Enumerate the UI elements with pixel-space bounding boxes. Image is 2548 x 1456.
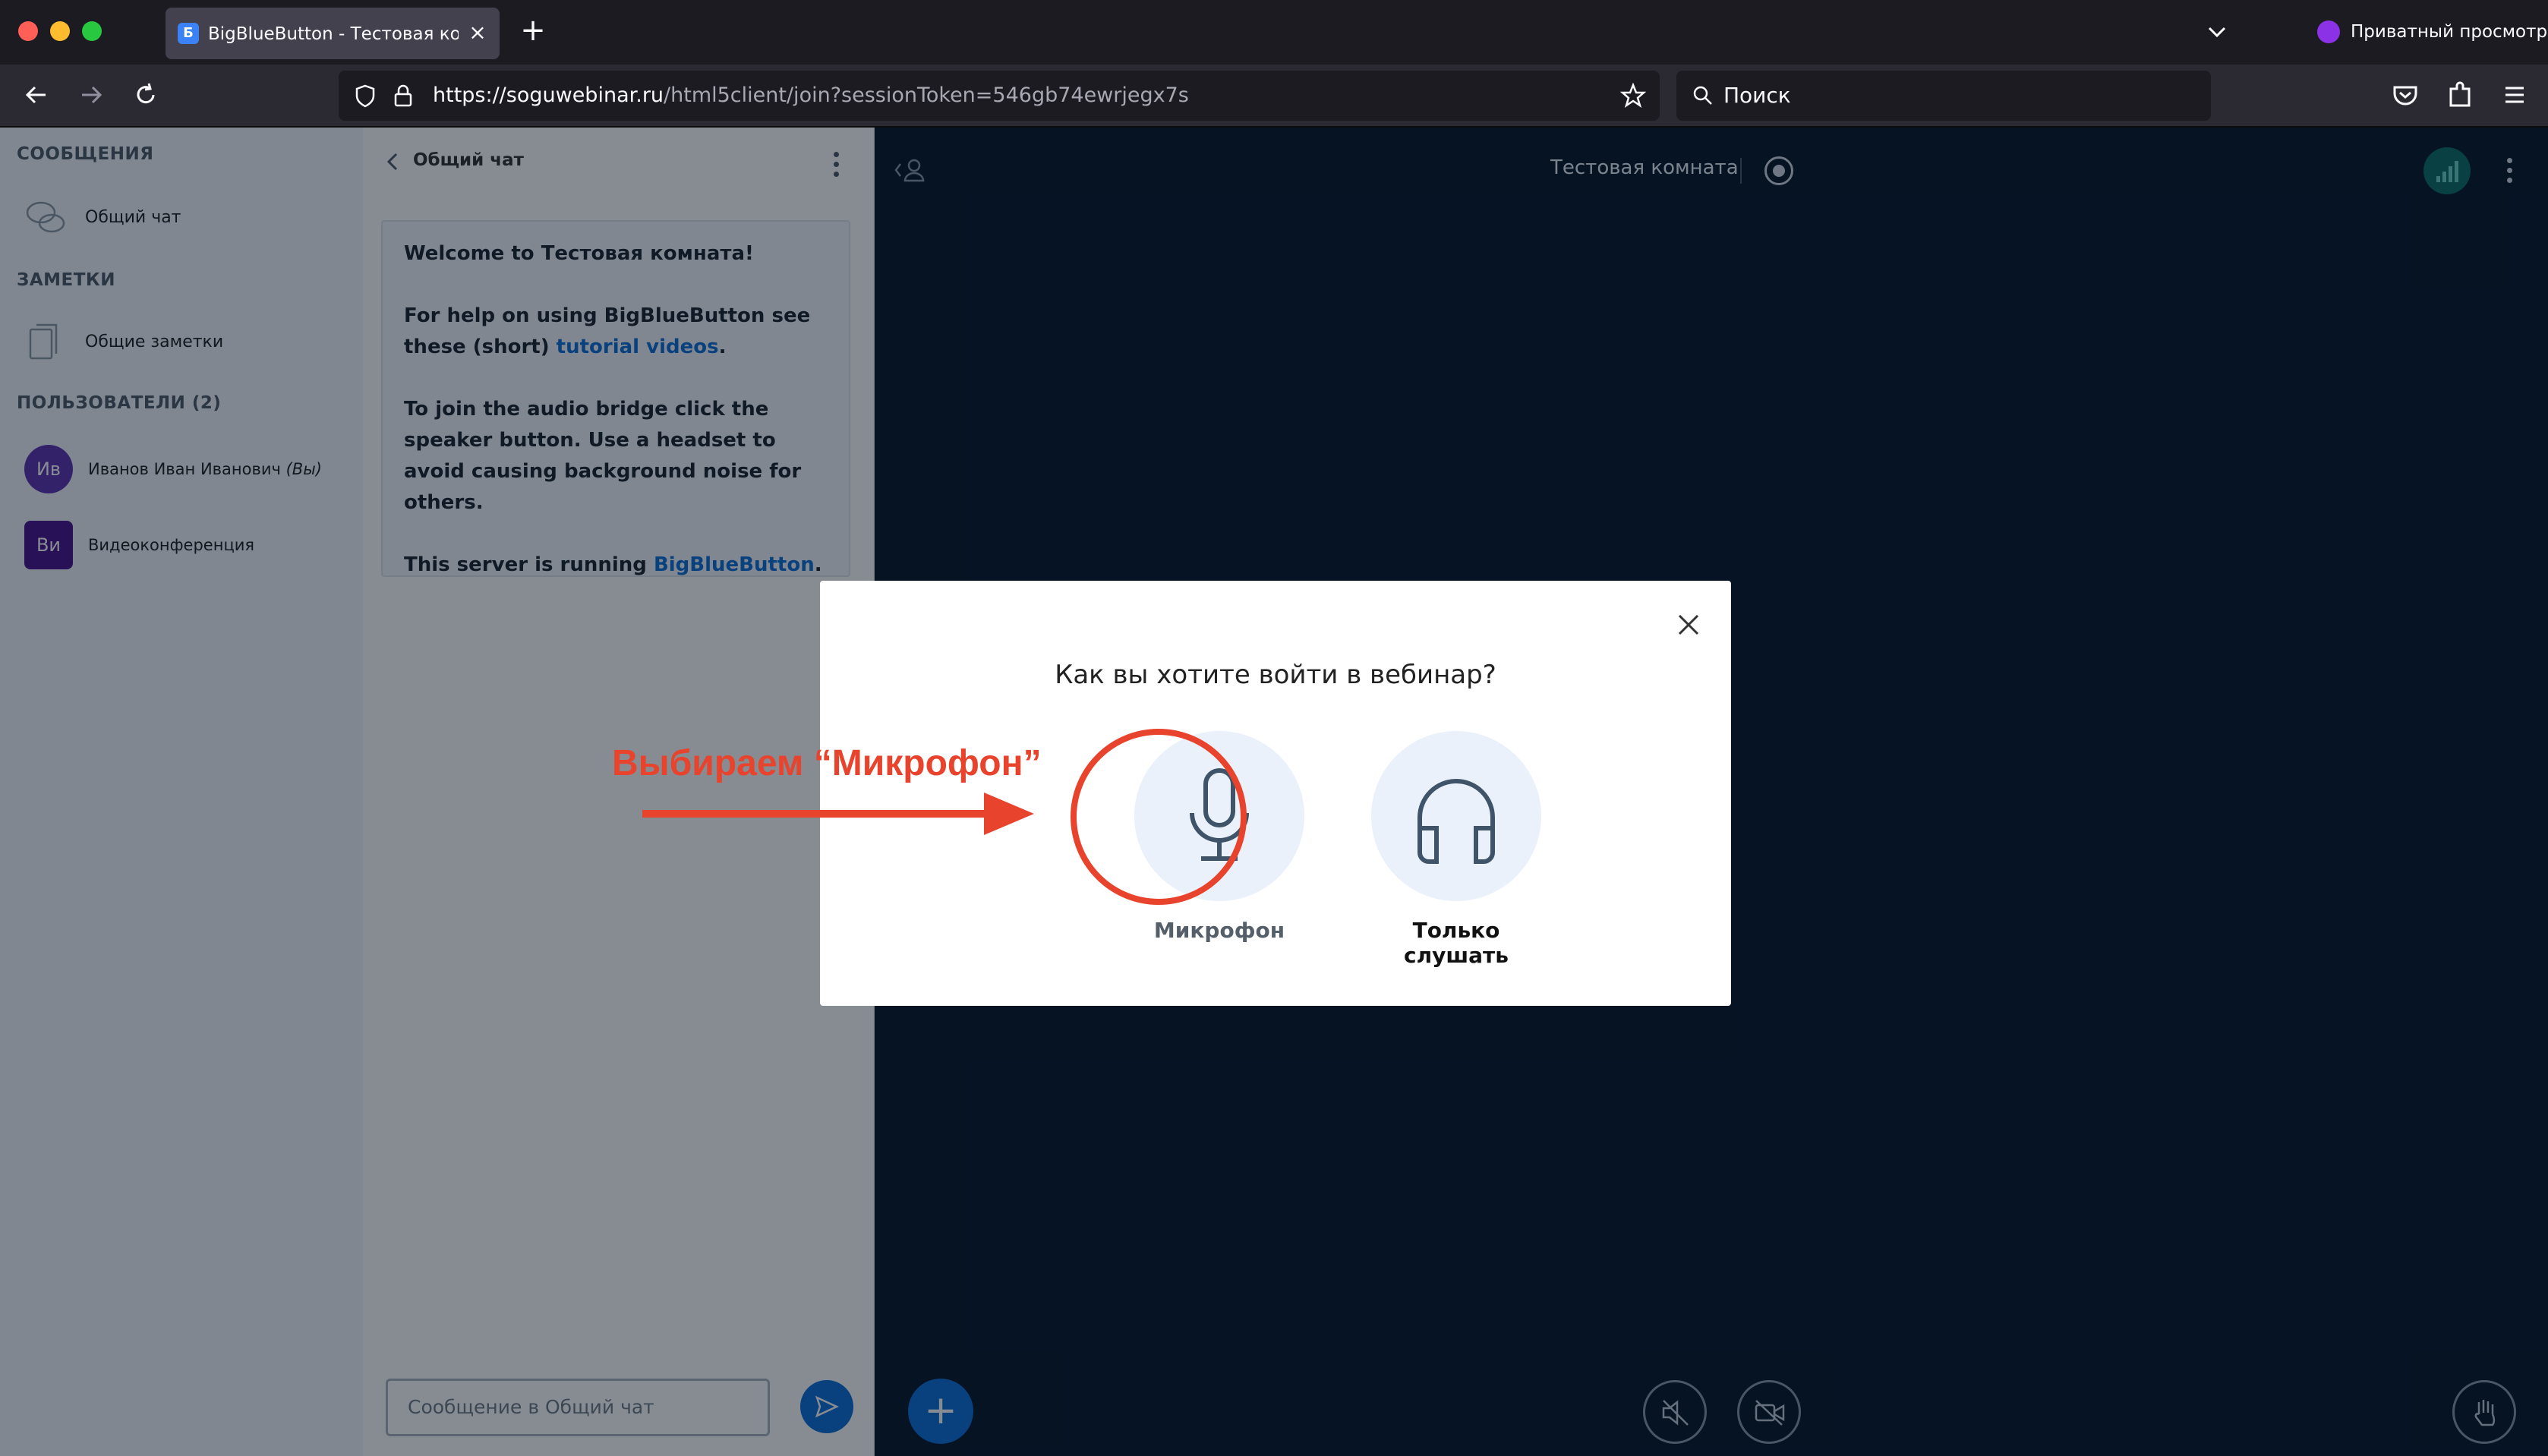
address-bar[interactable]: https://soguwebinar.ru/html5client/join?… <box>339 71 1660 121</box>
headphones-icon <box>1417 779 1495 864</box>
lock-icon[interactable] <box>392 83 415 109</box>
private-label: Приватный просмотр <box>2351 22 2548 42</box>
url-text[interactable]: https://soguwebinar.ru/html5client/join?… <box>433 83 1189 109</box>
browser-tab-bar: Б BigBlueButton - Тестовая комната × + П… <box>0 0 2548 65</box>
listen-only-option-button[interactable]: Только слушать <box>1358 731 1555 968</box>
modal-title: Как вы хотите войти в вебинар? <box>1055 660 1496 690</box>
microphone-option-label: Микрофон <box>1153 918 1285 943</box>
listen-only-option-label: Только слушать <box>1404 918 1509 968</box>
close-window-button[interactable] <box>18 21 38 41</box>
forward-arrow-icon[interactable] <box>74 78 108 112</box>
close-icon[interactable] <box>1673 610 1704 640</box>
listen-only-option-circle <box>1371 731 1541 901</box>
annotation-text: Выбираем “Микрофон” <box>612 743 1042 783</box>
shield-icon[interactable] <box>352 83 378 109</box>
maximize-window-button[interactable] <box>82 21 102 41</box>
annotation-arrow-icon <box>642 793 1034 835</box>
browser-tab[interactable]: Б BigBlueButton - Тестовая комната × <box>166 8 500 59</box>
microphone-highlight-ring <box>1071 729 1247 905</box>
chevron-down-icon[interactable] <box>2203 18 2231 46</box>
search-icon <box>1693 86 1712 105</box>
back-arrow-icon[interactable] <box>20 78 53 112</box>
search-bar[interactable]: Поиск <box>1676 71 2211 121</box>
pocket-icon[interactable] <box>2389 78 2422 112</box>
reload-icon[interactable] <box>129 78 162 112</box>
url-path: /html5client/join?sessionToken=546gb74ew… <box>664 84 1189 107</box>
browser-nav-bar: https://soguwebinar.ru/html5client/join?… <box>0 65 2548 128</box>
url-host: https://soguwebinar.ru <box>433 84 664 107</box>
menu-icon[interactable] <box>2498 78 2531 112</box>
private-browsing-indicator: Приватный просмотр <box>2317 18 2547 46</box>
bigbluebutton-favicon-icon: Б <box>178 23 199 44</box>
close-tab-icon[interactable]: × <box>466 21 489 44</box>
tab-title: BigBlueButton - Тестовая комната <box>208 24 459 44</box>
bookmark-star-icon[interactable] <box>1620 83 1646 109</box>
search-placeholder: Поиск <box>1723 83 1791 108</box>
extensions-icon[interactable] <box>2443 78 2477 112</box>
minimize-window-button[interactable] <box>50 21 70 41</box>
private-mask-icon <box>2317 20 2340 43</box>
new-tab-button[interactable]: + <box>518 15 548 46</box>
